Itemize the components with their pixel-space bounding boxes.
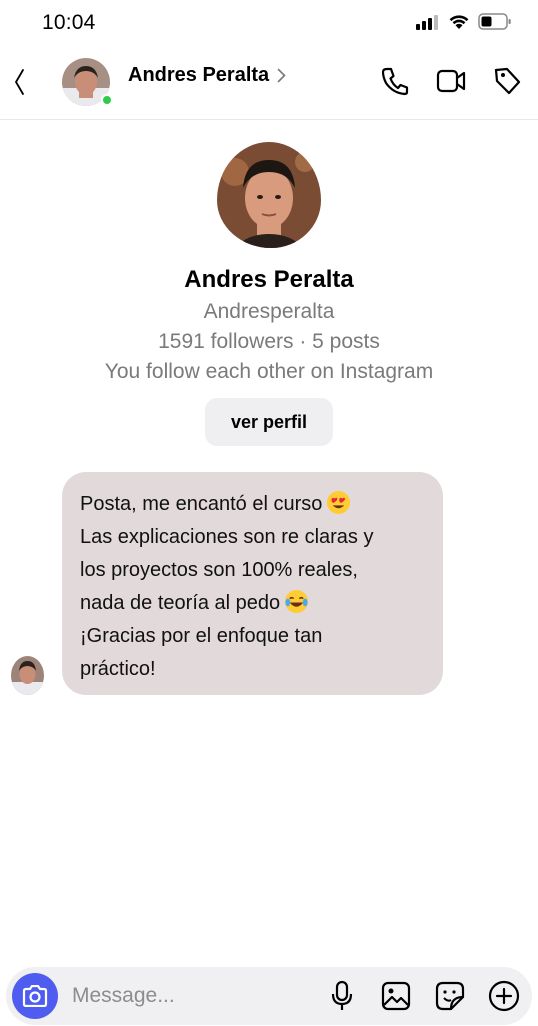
back-button[interactable] [8,64,30,100]
contact-name: Andres Peralta [128,64,270,86]
message-line: Posta, me encantó el curso [80,488,425,521]
message-bubble[interactable]: Posta, me encantó el curso Las explicaci… [62,472,443,695]
message-line: práctico! [80,658,156,680]
header-actions [380,65,522,97]
status-bar: 10:04 [0,0,538,46]
sticker-icon [435,981,465,1011]
microphone-icon [331,980,353,1010]
gallery-button[interactable] [380,980,412,1012]
message-line: los proyectos son 100% reales, [80,559,358,581]
view-profile-button[interactable]: ver perfil [205,398,333,446]
message-input[interactable] [72,967,302,1025]
tag-icon [494,67,521,95]
profile-stats: 1591 followers · 5 posts [158,330,380,353]
message-line: ¡Gracias por el enfoque tan [80,625,323,647]
video-call-button[interactable] [436,65,466,97]
profile-name: Andres Peralta [184,266,354,293]
voice-message-button[interactable] [326,980,358,1012]
camera-button[interactable] [12,973,58,1019]
message-composer [6,967,532,1025]
heart-eyes-emoji [327,490,351,515]
online-status-dot [101,94,113,106]
video-camera-icon [436,69,466,93]
phone-icon [381,67,409,96]
contact-name-link[interactable]: Andres Peralta [128,64,286,87]
profile-summary: Andres Peralta Andresperalta 1591 follow… [0,142,538,446]
tag-button[interactable] [492,65,522,97]
profile-username: Andresperalta [203,300,335,323]
tears-of-joy-emoji [285,589,309,614]
status-icons [416,13,512,30]
plus-circle-icon [488,980,520,1012]
chevron-right-icon [277,68,286,83]
message-line: nada de teoría al pedo [80,587,425,620]
image-icon [381,981,411,1011]
chat-header: Andres Peralta [0,46,538,120]
profile-relation: You follow each other on Instagram [104,360,434,383]
chevron-left-icon [14,69,24,95]
wifi-icon [449,14,469,29]
message-line: Las explicaciones son re claras y [80,526,374,548]
voice-call-button[interactable] [380,65,410,97]
battery-icon [478,13,511,30]
profile-avatar[interactable] [217,142,321,248]
camera-icon [22,985,48,1007]
status-time: 10:04 [42,11,96,34]
composer-actions [326,980,520,1012]
sticker-button[interactable] [434,980,466,1012]
more-options-button[interactable] [488,980,520,1012]
sender-avatar[interactable] [11,656,44,695]
cellular-signal-icon [416,14,438,30]
